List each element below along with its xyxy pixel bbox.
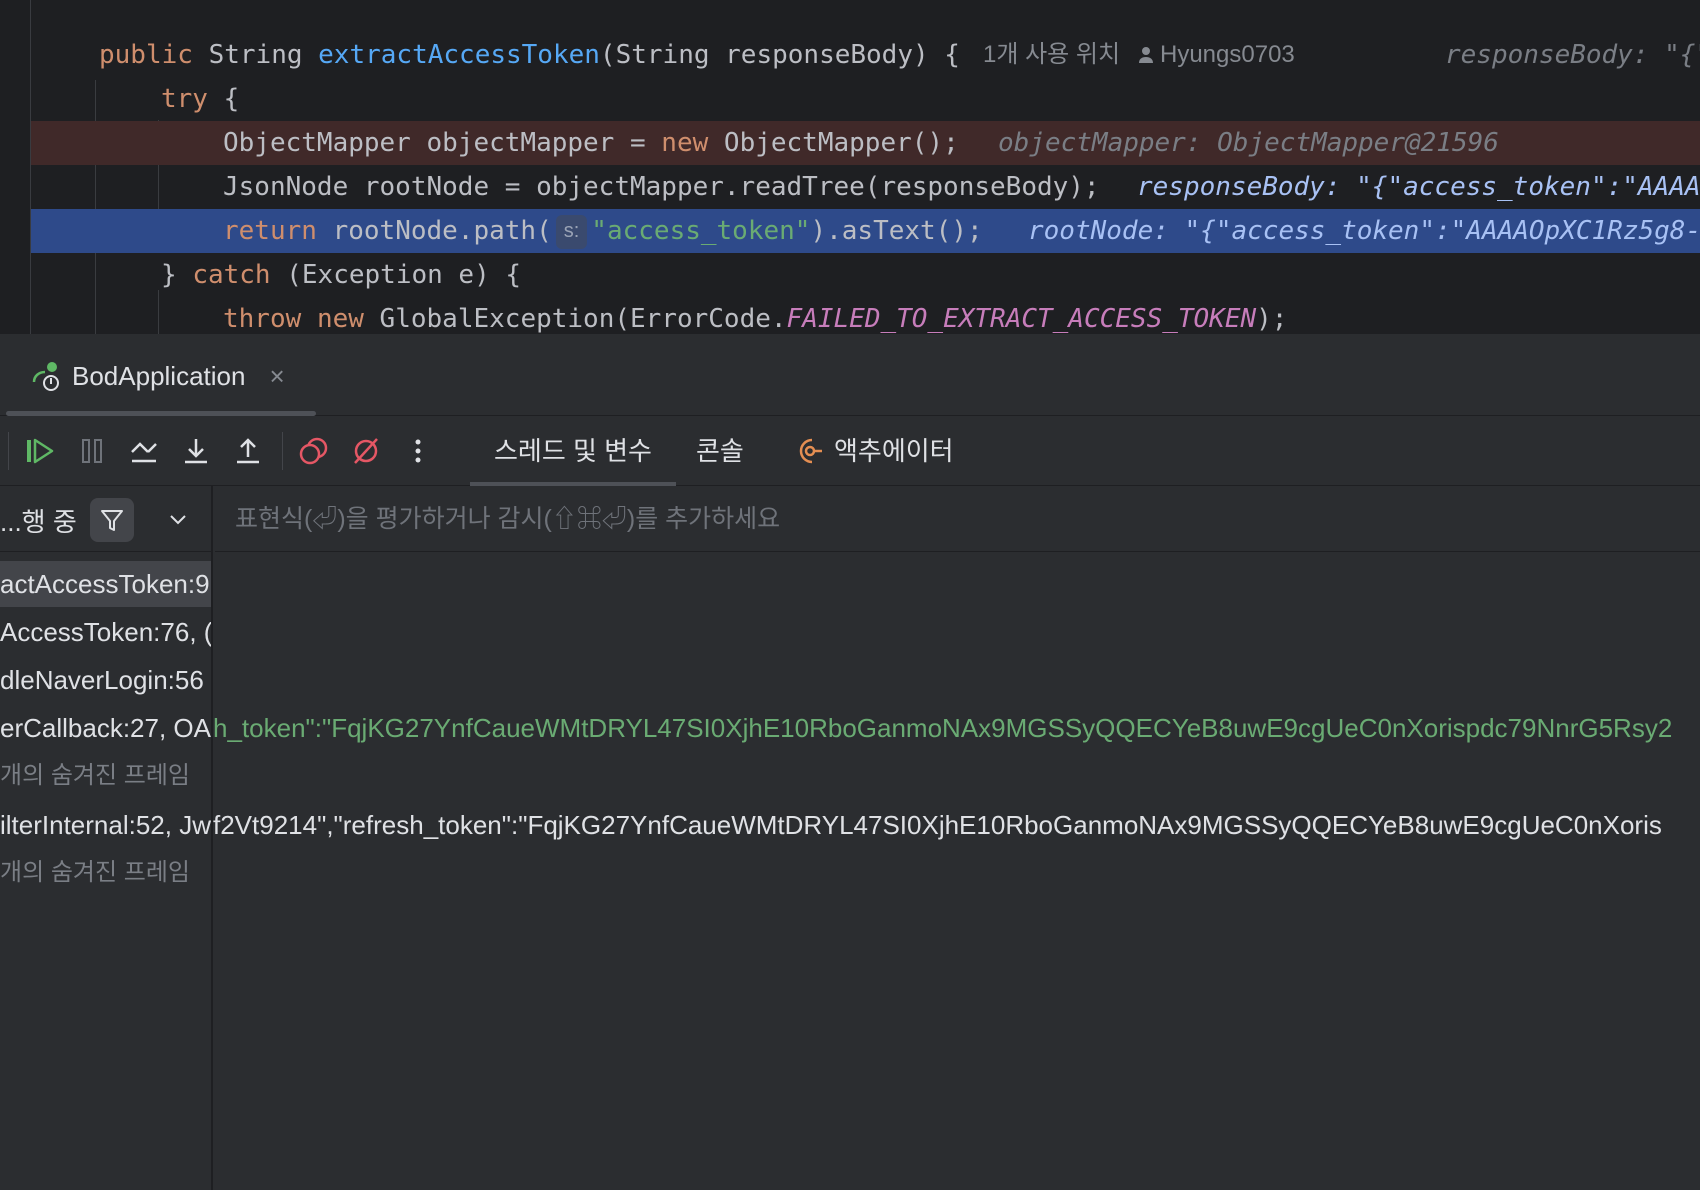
stack-frame-item[interactable]: AccessToken:76, (	[0, 609, 211, 655]
code-line-catch[interactable]: } catch (Exception e) {	[0, 253, 1700, 297]
step-out-icon[interactable]	[230, 433, 266, 469]
code-segment: ).asText();	[810, 216, 983, 246]
frames-header: ...행 중	[0, 486, 211, 552]
code-segment: ObjectMapper objectMapper =	[223, 128, 662, 158]
more-icon[interactable]	[400, 433, 436, 469]
variable-value-overflow: f2Vt9214","refresh_token":"FqjKG27YnfCau…	[213, 810, 1662, 840]
code-line-throw[interactable]: throw new GlobalException(ErrorCode.FAIL…	[0, 297, 1700, 334]
chevron-down-icon[interactable]	[166, 504, 190, 534]
code-segment: );	[1256, 304, 1288, 334]
string-literal: "access_token"	[591, 216, 811, 246]
stack-frame-item[interactable]: ilterInternal:52, Jw	[0, 802, 211, 848]
step-into-icon[interactable]	[178, 433, 214, 469]
inline-value-hint: objectMapper: ObjectMapper@21596	[998, 128, 1499, 158]
keyword-return: return	[223, 216, 317, 246]
close-icon[interactable]: ×	[269, 361, 284, 392]
keyword-try: try	[161, 84, 208, 114]
toolbar-separator	[282, 432, 283, 470]
code-segment: ObjectMapper();	[708, 128, 959, 158]
method-name: extractAccessToken	[318, 40, 600, 70]
debug-tool-window-header: BodApplication ×	[0, 334, 1700, 416]
code-segment: rootNode.path(	[316, 216, 552, 246]
brace: }	[161, 260, 193, 290]
view-breakpoints-icon[interactable]	[296, 433, 332, 469]
parameter-name-hint: s:	[555, 214, 588, 249]
resume-icon[interactable]	[22, 433, 58, 469]
brace: {	[223, 84, 240, 114]
keyword-throw: throw	[223, 304, 302, 334]
run-config-tab[interactable]: BodApplication ×	[30, 356, 285, 396]
tab-threads-variables[interactable]: 스레드 및 변수	[470, 416, 676, 486]
tab-console[interactable]: 콘솔	[696, 416, 744, 486]
code-segment: (Exception e) {	[270, 260, 522, 290]
debug-run-icon	[32, 362, 59, 391]
step-over-icon[interactable]	[126, 433, 162, 469]
usages-hint[interactable]: 1개 사용 위치	[983, 33, 1120, 77]
code-segment: JsonNode rootNode = objectMapper.readTre…	[223, 172, 1100, 202]
inline-value-hint: rootNode: "{"access_token":"AAAAOpXC1Rz5…	[1028, 216, 1700, 246]
code-segment: GlobalException(ErrorCode.	[363, 304, 787, 334]
keyword-new: new	[316, 304, 364, 334]
enum-constant: FAILED_TO_EXTRACT_ACCESS_TOKEN	[786, 304, 1257, 334]
tab-actuator-label: 액추에이터	[834, 436, 954, 466]
filter-icon[interactable]	[90, 498, 134, 542]
hidden-frames-item[interactable]: 개의 숨겨진 프레임	[0, 850, 190, 896]
keyword-new: new	[661, 128, 709, 158]
stack-frame-item[interactable]: erCallback:27, OA	[0, 705, 211, 751]
keyword-public: public	[99, 40, 193, 70]
actuator-icon	[799, 438, 822, 464]
evaluate-expression-bar	[215, 486, 1700, 552]
frames-pane: ...행 중 actAccessToken:9 AccessToken:76, …	[0, 486, 213, 1190]
code-line-try[interactable]: try {	[0, 77, 1700, 121]
inline-value-hint: responseBody: "{"	[1445, 40, 1700, 70]
tab-actuator[interactable]: 액추에이터	[790, 416, 954, 486]
pause-icon[interactable]	[74, 433, 110, 469]
author-hint[interactable]: Hyungs0703	[1138, 33, 1295, 77]
return-type: String	[208, 40, 303, 70]
stack-frame-item[interactable]: dleNaverLogin:56	[0, 657, 204, 703]
debug-toolbar: 스레드 및 변수 콘솔 액추에이터	[0, 416, 1700, 486]
variable-value-overflow: h_token":"FqjKG27YnfCaueWMtDRYL47SI0XjhE…	[213, 713, 1673, 743]
code-line-readtree[interactable]: JsonNode rootNode = objectMapper.readTre…	[0, 165, 1700, 209]
code-line-current-execution[interactable]: return rootNode.path(s: "access_token").a…	[31, 209, 1700, 253]
evaluate-expression-input[interactable]	[235, 498, 1535, 540]
code-editor[interactable]: public String extractAccessToken(String …	[0, 0, 1700, 334]
code-line-method-signature[interactable]: public String extractAccessToken(String …	[0, 33, 1700, 77]
stack-frame-item[interactable]: actAccessToken:9	[0, 561, 211, 607]
method-params: (String responseBody) {	[599, 40, 960, 70]
person-icon	[1139, 47, 1153, 63]
inline-value-hint: responseBody: "{"access_token":"AAAA	[1137, 172, 1700, 202]
hidden-frames-item[interactable]: 개의 숨겨진 프레임	[0, 753, 190, 799]
mute-breakpoints-icon[interactable]	[348, 433, 384, 469]
author-name: Hyungs0703	[1160, 41, 1295, 68]
toolbar-separator	[8, 432, 9, 470]
code-line-breakpoint[interactable]: ObjectMapper objectMapper = new ObjectMa…	[31, 121, 1700, 165]
thread-status[interactable]: ...행 중	[0, 502, 77, 539]
run-config-label: BodApplication	[72, 360, 246, 391]
keyword-catch: catch	[192, 260, 271, 290]
